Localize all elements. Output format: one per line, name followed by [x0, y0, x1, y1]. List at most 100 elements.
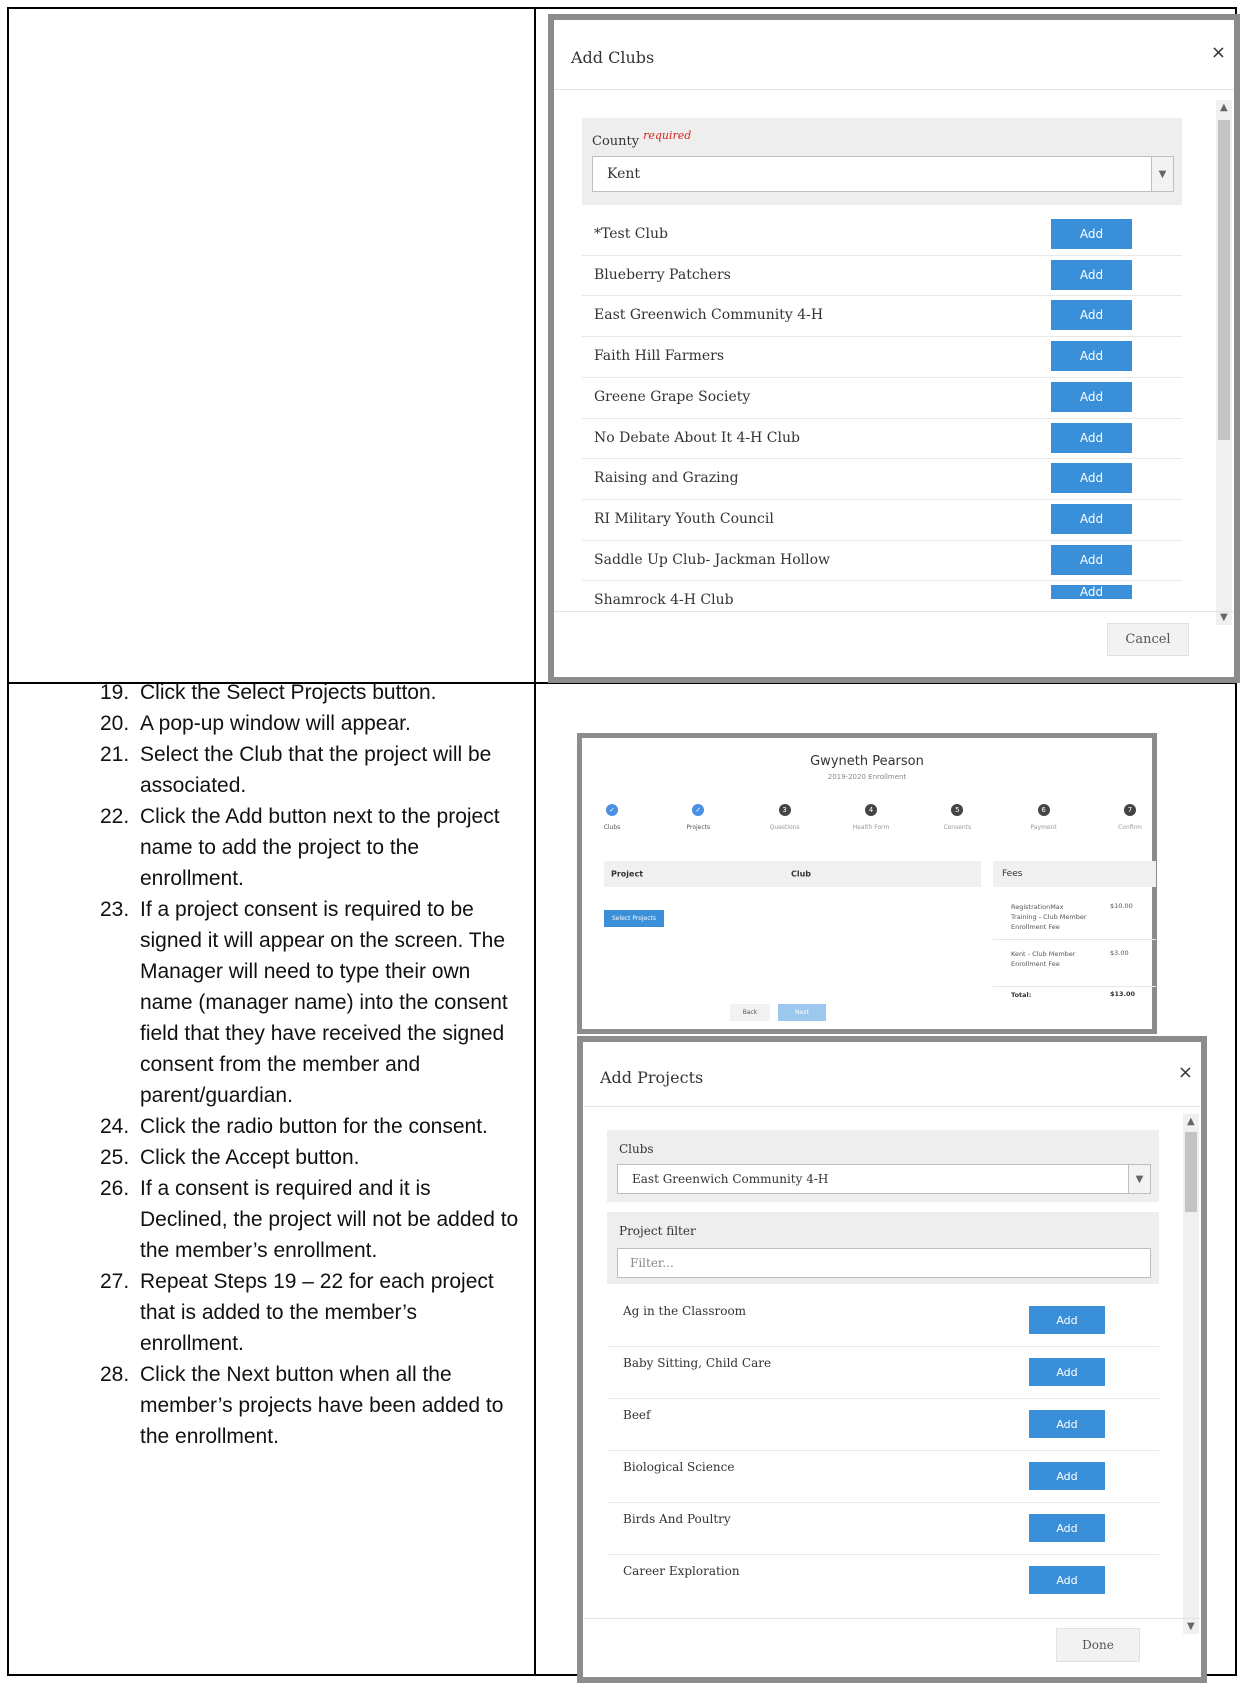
scroll-up-icon[interactable]: ▲: [1220, 102, 1228, 113]
step-label: Projects: [686, 824, 711, 831]
clubs-select[interactable]: East Greenwich Community 4-H ▼: [617, 1164, 1151, 1194]
add-club-button[interactable]: Add: [1051, 585, 1132, 600]
step-number: 27.: [100, 1270, 130, 1293]
scrollbar[interactable]: ▲ ▼: [1216, 100, 1232, 625]
cancel-button[interactable]: Cancel: [1107, 623, 1189, 656]
project-name: Career Exploration: [623, 1564, 740, 1578]
fees-title: Fees: [1002, 869, 1023, 879]
step-text: Click the Select Projects button.: [140, 681, 437, 704]
modal-footer-divider: [583, 1618, 1201, 1619]
add-club-button[interactable]: Add: [1051, 219, 1132, 249]
enrollment-subtitle: 2019-2020 Enrollment: [827, 773, 907, 781]
step-text: Click the Add button next to the project…: [140, 805, 500, 890]
column-divider: [534, 9, 536, 1674]
clubs-label: Clubs: [619, 1142, 654, 1156]
step-text: If a consent is required and it is Decli…: [140, 1177, 519, 1262]
project-filter-input[interactable]: Filter...: [617, 1248, 1151, 1278]
next-button[interactable]: Next: [778, 1004, 826, 1021]
fee-total-row: Total: $13.00: [993, 986, 1156, 1006]
filter-placeholder: Filter...: [630, 1256, 674, 1270]
modal-header-divider: [583, 1106, 1201, 1107]
scrollbar[interactable]: ▲ ▼: [1183, 1114, 1199, 1634]
club-name: *Test Club: [594, 226, 668, 242]
club-name: RI Military Youth Council: [594, 510, 774, 527]
chevron-down-icon: ▼: [1151, 157, 1173, 191]
step-consents-marker: 5: [951, 804, 964, 816]
fee-amount: $10.00: [1110, 902, 1133, 910]
project-filter-panel: Project filter Filter...: [607, 1212, 1159, 1284]
step-text: Select the Club that the project will be…: [140, 743, 492, 797]
project-name: Ag in the Classroom: [623, 1304, 747, 1318]
project-filter-label: Project filter: [619, 1224, 696, 1238]
club-name: East Greenwich Community 4-H: [594, 307, 824, 324]
add-club-button[interactable]: Add: [1051, 259, 1132, 290]
instruction-step: 24. Click the radio button for the consen…: [100, 1111, 520, 1142]
add-club-button[interactable]: Add: [1051, 503, 1132, 534]
instruction-list: 19. Click the Select Projects button. 20. A…: [100, 677, 520, 1452]
instruction-step: 21. Select the Club that the project will…: [100, 739, 520, 801]
add-project-button[interactable]: Add: [1029, 1410, 1105, 1438]
add-projects-modal: Add Projects × ▲ ▼ Clubs East Greenwich …: [577, 1036, 1207, 1683]
step-label: Health Form: [852, 824, 890, 831]
county-select-value: Kent: [607, 166, 641, 182]
add-project-button[interactable]: Add: [1029, 1514, 1105, 1542]
club-column-header: Club: [791, 869, 812, 879]
step-clubs-marker: ✓: [606, 804, 618, 816]
close-icon[interactable]: ×: [1178, 1062, 1193, 1083]
fee-row: Kent - Club Member Enrollment Fee $3.00: [993, 941, 1156, 987]
add-clubs-modal: Add Clubs × ▲ ▼ County required Kent ▼ Ca…: [548, 14, 1240, 683]
scroll-up-icon[interactable]: ▲: [1187, 1116, 1195, 1127]
project-column-header: Project: [611, 869, 644, 879]
back-button[interactable]: Back: [730, 1004, 770, 1021]
select-projects-button[interactable]: Select Projects: [604, 910, 664, 927]
enrollment-screen: Gwyneth Pearson 2019-2020 Enrollment ✓ Cl…: [577, 733, 1157, 1034]
step-text: Repeat Steps 19 – 22 for each project th…: [140, 1270, 494, 1355]
fee-row: RegistrationMax Training - Club Member E…: [993, 894, 1156, 940]
add-club-button[interactable]: Add: [1051, 341, 1132, 372]
county-panel: County required Kent ▼: [582, 118, 1182, 205]
step-label: Confirm: [1118, 824, 1142, 831]
project-name: Biological Science: [623, 1460, 735, 1474]
clubs-select-value: East Greenwich Community 4-H: [632, 1172, 829, 1186]
modal-header-divider: [554, 89, 1234, 90]
clubs-panel: Clubs East Greenwich Community 4-H ▼: [607, 1130, 1159, 1202]
total-amount: $13.00: [1110, 990, 1136, 998]
done-button[interactable]: Done: [1056, 1628, 1140, 1662]
step-number: 28.: [100, 1363, 130, 1386]
add-project-button[interactable]: Add: [1029, 1358, 1105, 1386]
add-club-button[interactable]: Add: [1051, 544, 1132, 575]
add-club-button[interactable]: Add: [1051, 381, 1132, 412]
add-club-button[interactable]: Add: [1051, 463, 1132, 494]
instruction-step: 22. Click the Add button next to the proj…: [100, 801, 520, 894]
fee-amount: $3.00: [1110, 949, 1129, 957]
scroll-down-icon[interactable]: ▼: [1187, 1621, 1195, 1632]
projects-table-header: Project Club: [604, 861, 981, 887]
add-club-button[interactable]: Add: [1051, 300, 1132, 331]
instruction-step: 26. If a consent is required and it is De…: [100, 1173, 520, 1266]
scroll-thumb[interactable]: [1185, 1132, 1197, 1212]
step-payment-marker: 6: [1037, 804, 1050, 816]
club-name: Greene Grape Society: [594, 388, 751, 405]
add-project-button[interactable]: Add: [1029, 1462, 1105, 1490]
project-name: Birds And Poultry: [623, 1512, 731, 1526]
add-project-button[interactable]: Add: [1029, 1306, 1105, 1334]
club-name: Faith Hill Farmers: [594, 348, 725, 365]
project-name: Beef: [623, 1408, 651, 1422]
modal-title: Add Projects: [600, 1068, 704, 1087]
county-select[interactable]: Kent ▼: [592, 156, 1174, 192]
step-text: A pop-up window will appear.: [140, 712, 411, 735]
scroll-thumb[interactable]: [1218, 120, 1230, 440]
step-number: 22.: [100, 805, 130, 828]
add-project-button[interactable]: Add: [1029, 1566, 1105, 1594]
scroll-down-icon[interactable]: ▼: [1220, 612, 1228, 623]
step-health-form-marker: 4: [865, 804, 877, 816]
club-name: No Debate About It 4-H Club: [594, 429, 800, 446]
required-marker: required: [643, 129, 692, 142]
club-name: Shamrock 4-H Club: [594, 592, 734, 609]
add-club-button[interactable]: Add: [1051, 422, 1132, 453]
step-label: Payment: [1030, 824, 1057, 831]
close-icon[interactable]: ×: [1211, 42, 1226, 63]
step-number: 26.: [100, 1177, 130, 1200]
step-questions-marker: 3: [778, 804, 791, 816]
fees-header: Fees: [993, 861, 1156, 887]
